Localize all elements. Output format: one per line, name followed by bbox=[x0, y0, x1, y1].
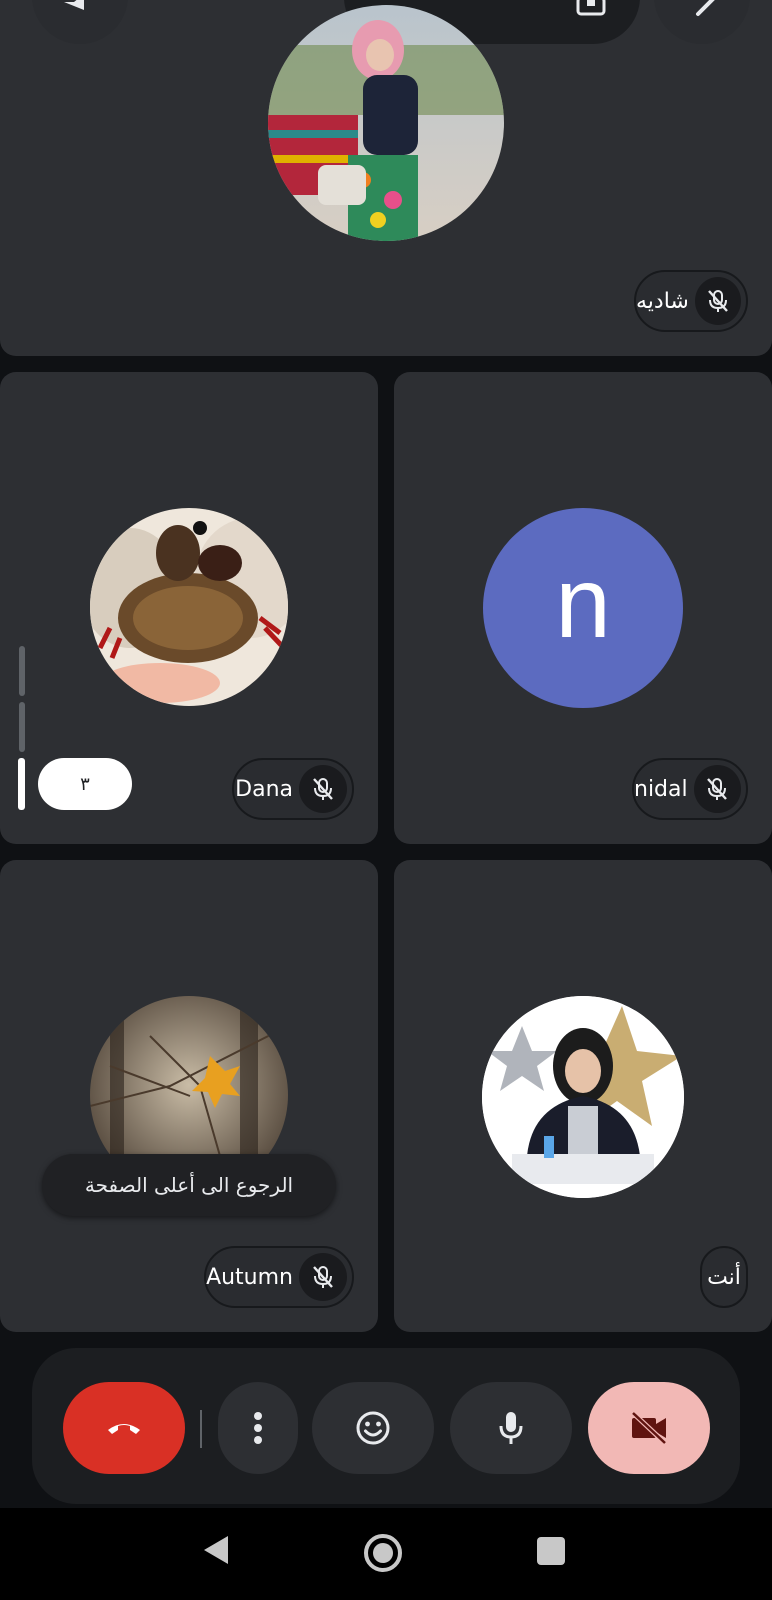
tooltip-text: الرجوع الى أعلى الصفحة bbox=[84, 1173, 294, 1197]
page-number-badge[interactable]: ٣ bbox=[38, 758, 132, 810]
speaker-icon bbox=[64, 0, 84, 10]
participant-name-self: أنت bbox=[707, 1264, 741, 1290]
participant-pill-dana: Dana bbox=[232, 758, 354, 820]
home-icon[interactable] bbox=[362, 1532, 404, 1574]
participant-avatar-top bbox=[268, 5, 504, 241]
mic-off-icon bbox=[299, 1253, 347, 1301]
page-indicator-active[interactable] bbox=[18, 758, 25, 810]
edit-button[interactable] bbox=[654, 0, 750, 44]
page-indicator-track bbox=[19, 646, 25, 696]
more-options-button[interactable] bbox=[218, 1382, 298, 1474]
mic-off-icon bbox=[694, 277, 741, 325]
end-call-button[interactable] bbox=[63, 1382, 185, 1474]
participant-avatar-dana bbox=[90, 508, 288, 706]
page-number-label: ٣ bbox=[80, 773, 90, 795]
participant-name-nidal: nidal bbox=[634, 776, 688, 802]
participant-pill-autumn: Autumn bbox=[204, 1246, 354, 1308]
camera-switch-icon bbox=[576, 0, 606, 16]
participant-name-top: شاديه bbox=[636, 288, 689, 314]
more-vert-icon bbox=[254, 1412, 262, 1444]
camera-toggle-button[interactable] bbox=[588, 1382, 710, 1474]
mic-off-icon bbox=[299, 765, 347, 813]
scroll-top-tooltip[interactable]: الرجوع الى أعلى الصفحة bbox=[42, 1154, 336, 1216]
participant-pill-nidal: nidal bbox=[632, 758, 748, 820]
microphone-icon bbox=[499, 1412, 523, 1444]
participant-name-dana: Dana bbox=[235, 776, 293, 802]
video-off-icon bbox=[631, 1411, 667, 1445]
participant-pill-self: أنت bbox=[700, 1246, 748, 1308]
page-indicator-track bbox=[19, 702, 25, 752]
participant-pill-top: شاديه bbox=[634, 270, 748, 332]
speaker-button[interactable] bbox=[32, 0, 128, 44]
reactions-button[interactable] bbox=[312, 1382, 434, 1474]
avatar-initial: n bbox=[555, 547, 611, 659]
controls-divider bbox=[200, 1410, 202, 1448]
participant-avatar-self bbox=[482, 996, 684, 1198]
emoji-icon bbox=[356, 1411, 390, 1445]
mic-off-icon bbox=[693, 765, 741, 813]
edit-icon bbox=[696, 0, 715, 16]
participant-avatar-nidal: n bbox=[483, 508, 683, 708]
participant-name-autumn: Autumn bbox=[206, 1264, 293, 1290]
recents-icon[interactable] bbox=[536, 1536, 566, 1566]
phone-hangup-icon bbox=[108, 1424, 140, 1434]
back-icon[interactable] bbox=[200, 1534, 230, 1566]
microphone-button[interactable] bbox=[450, 1382, 572, 1474]
